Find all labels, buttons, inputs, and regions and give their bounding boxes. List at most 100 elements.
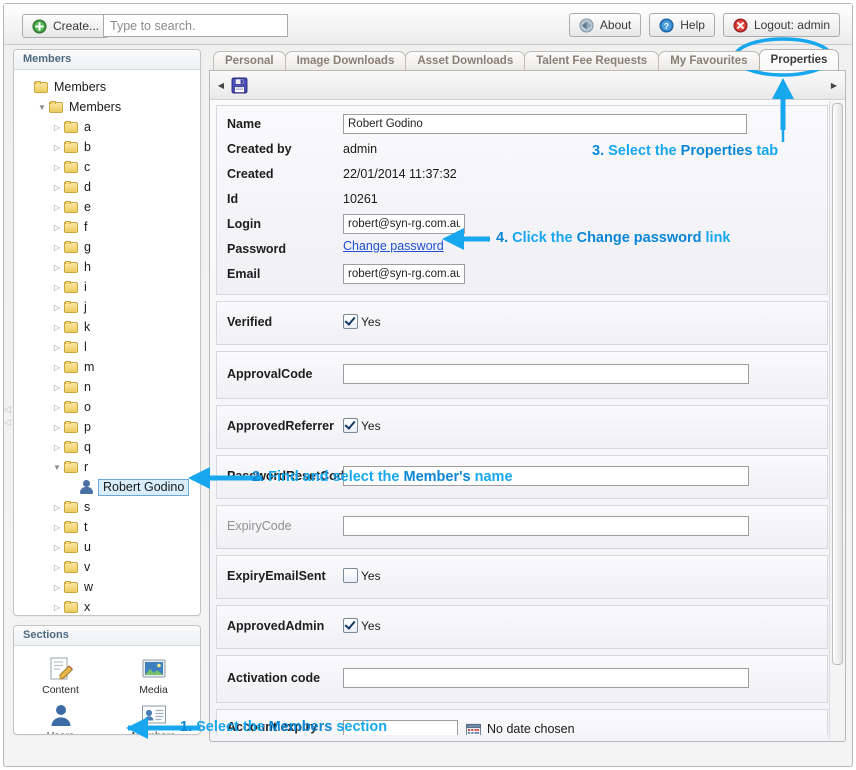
save-disk-icon[interactable] [231, 77, 248, 94]
tree-expand-icon[interactable]: ▷ [50, 603, 64, 612]
tree-expand-icon[interactable]: ▷ [50, 263, 64, 272]
tree-expand-icon[interactable]: ▷ [50, 183, 64, 192]
tree-node[interactable]: ▷ h [14, 257, 200, 277]
collapse-left-arrow-top[interactable]: ◁ [4, 404, 12, 414]
folder-icon [64, 160, 79, 174]
tree-expand-icon[interactable]: ▷ [50, 423, 64, 432]
tree-expand-icon[interactable]: ▷ [50, 523, 64, 532]
tree-node[interactable]: ▼ r [14, 457, 200, 477]
tree-expand-icon[interactable]: ▷ [50, 503, 64, 512]
approvalcode-input[interactable] [343, 364, 749, 384]
tree-expand-icon[interactable]: ▷ [50, 163, 64, 172]
tree-node[interactable]: ▷ x [14, 597, 200, 615]
tree-expand-icon[interactable]: ▷ [50, 223, 64, 232]
tree-node-label: Members [69, 100, 122, 114]
tree-node[interactable]: ▷ v [14, 557, 200, 577]
tree-collapse-icon[interactable]: ▼ [50, 463, 64, 472]
verified-checkbox[interactable] [343, 314, 358, 329]
tree-node[interactable]: ▷ f [14, 217, 200, 237]
folder-icon [64, 460, 79, 474]
expiryemailsent-checkbox[interactable] [343, 568, 358, 583]
tree-expand-icon[interactable]: ▷ [50, 283, 64, 292]
logout-button[interactable]: Logout: admin [722, 13, 840, 37]
about-button[interactable]: About [568, 13, 642, 37]
members-tree[interactable]: Members ▼ Members ▷ a ▷ b ▷ c ▷ d ▷ e ▷ f ▷ g ▷ h ▷ i ▷ j ▷ k ▷ l ▷… [14, 70, 200, 615]
name-input[interactable] [343, 114, 747, 134]
tree-expand-icon[interactable]: ▷ [50, 363, 64, 372]
tree-node[interactable]: ▷ g [14, 237, 200, 257]
tree-expand-icon[interactable]: ▷ [50, 583, 64, 592]
media-image-icon [122, 656, 186, 682]
help-button[interactable]: ? Help [649, 13, 715, 37]
tab-image-downloads[interactable]: Image Downloads [284, 51, 407, 70]
section-item-content[interactable]: Content [29, 656, 93, 696]
email-input[interactable] [343, 264, 465, 284]
tree-node[interactable]: ▷ q [14, 437, 200, 457]
step2-text-b: name [470, 469, 513, 485]
toolbar-scroll-left-icon[interactable]: ◀ [216, 81, 226, 90]
tree-node[interactable]: ▷ b [14, 137, 200, 157]
approvedreferrer-checkbox[interactable] [343, 418, 358, 433]
tree-node[interactable]: ▷ e [14, 197, 200, 217]
tree-expand-icon[interactable]: ▷ [50, 403, 64, 412]
tree-node[interactable]: ▷ l [14, 337, 200, 357]
tree-node[interactable]: Robert Godino [14, 477, 200, 497]
tree-node[interactable]: ▷ i [14, 277, 200, 297]
section-item-users[interactable]: Users [29, 702, 93, 734]
tab-personal[interactable]: Personal [213, 51, 286, 70]
approvedreferrer-row: ApprovedReferrer Yes [227, 416, 817, 438]
tree-expand-icon[interactable]: ▷ [50, 543, 64, 552]
tree-node-label: i [84, 280, 87, 294]
calendar-icon[interactable] [466, 723, 481, 735]
form-scrollbar-thumb[interactable] [832, 103, 843, 665]
tree-node[interactable]: ▷ d [14, 177, 200, 197]
section-item-members[interactable]: Members [122, 702, 186, 734]
form-vertical-scrollbar[interactable] [829, 101, 843, 739]
search-input[interactable] [103, 14, 288, 37]
tab-talent-fee-requests[interactable]: Talent Fee Requests [524, 51, 660, 70]
tree-expand-icon[interactable]: ▷ [50, 123, 64, 132]
verified-checkbox-wrap[interactable]: Yes [343, 312, 381, 329]
activationcode-input[interactable] [343, 668, 749, 688]
collapse-left-arrow-bottom[interactable]: ◁ [4, 417, 12, 427]
expiryemailsent-checkbox-wrap[interactable]: Yes [343, 566, 381, 583]
approvedreferrer-checkbox-wrap[interactable]: Yes [343, 416, 381, 433]
tree-node[interactable]: ▷ o [14, 397, 200, 417]
section-item-media[interactable]: Media [122, 656, 186, 696]
tree-expand-icon[interactable]: ▷ [50, 203, 64, 212]
step1-text-b: section [332, 719, 388, 735]
tree-expand-icon[interactable]: ▷ [50, 143, 64, 152]
tree-node[interactable]: ▷ p [14, 417, 200, 437]
tree-node[interactable]: Members [14, 77, 200, 97]
login-input[interactable] [343, 214, 465, 234]
tree-expand-icon[interactable]: ▷ [50, 323, 64, 332]
tab-my-favourites[interactable]: My Favourites [658, 51, 760, 70]
tree-expand-icon[interactable]: ▷ [50, 243, 64, 252]
toolbar-scroll-right-icon[interactable]: ▶ [829, 81, 839, 90]
tab-properties[interactable]: Properties [758, 49, 840, 70]
tree-node[interactable]: ▷ s [14, 497, 200, 517]
tree-node[interactable]: ▷ w [14, 577, 200, 597]
tree-expand-icon[interactable]: ▷ [50, 383, 64, 392]
tab-asset-downloads[interactable]: Asset Downloads [405, 51, 526, 70]
create-button[interactable]: Create... [22, 14, 110, 38]
tree-expand-icon[interactable]: ▷ [50, 563, 64, 572]
approvedadmin-checkbox-wrap[interactable]: Yes [343, 616, 381, 633]
tree-node[interactable]: ▷ k [14, 317, 200, 337]
tree-expand-icon[interactable]: ▷ [50, 443, 64, 452]
folder-icon [64, 580, 79, 594]
approvedadmin-checkbox[interactable] [343, 618, 358, 633]
tree-collapse-icon[interactable]: ▼ [35, 103, 49, 112]
tree-node[interactable]: ▷ c [14, 157, 200, 177]
tree-node[interactable]: ▼ Members [14, 97, 200, 117]
tree-node[interactable]: ▷ n [14, 377, 200, 397]
tree-node[interactable]: ▷ m [14, 357, 200, 377]
tree-node[interactable]: ▷ j [14, 297, 200, 317]
change-password-link[interactable]: Change password [343, 239, 444, 253]
tree-node[interactable]: ▷ u [14, 537, 200, 557]
tree-node[interactable]: ▷ a [14, 117, 200, 137]
tree-expand-icon[interactable]: ▷ [50, 343, 64, 352]
expirycode-input[interactable] [343, 516, 749, 536]
tree-node[interactable]: ▷ t [14, 517, 200, 537]
tree-expand-icon[interactable]: ▷ [50, 303, 64, 312]
